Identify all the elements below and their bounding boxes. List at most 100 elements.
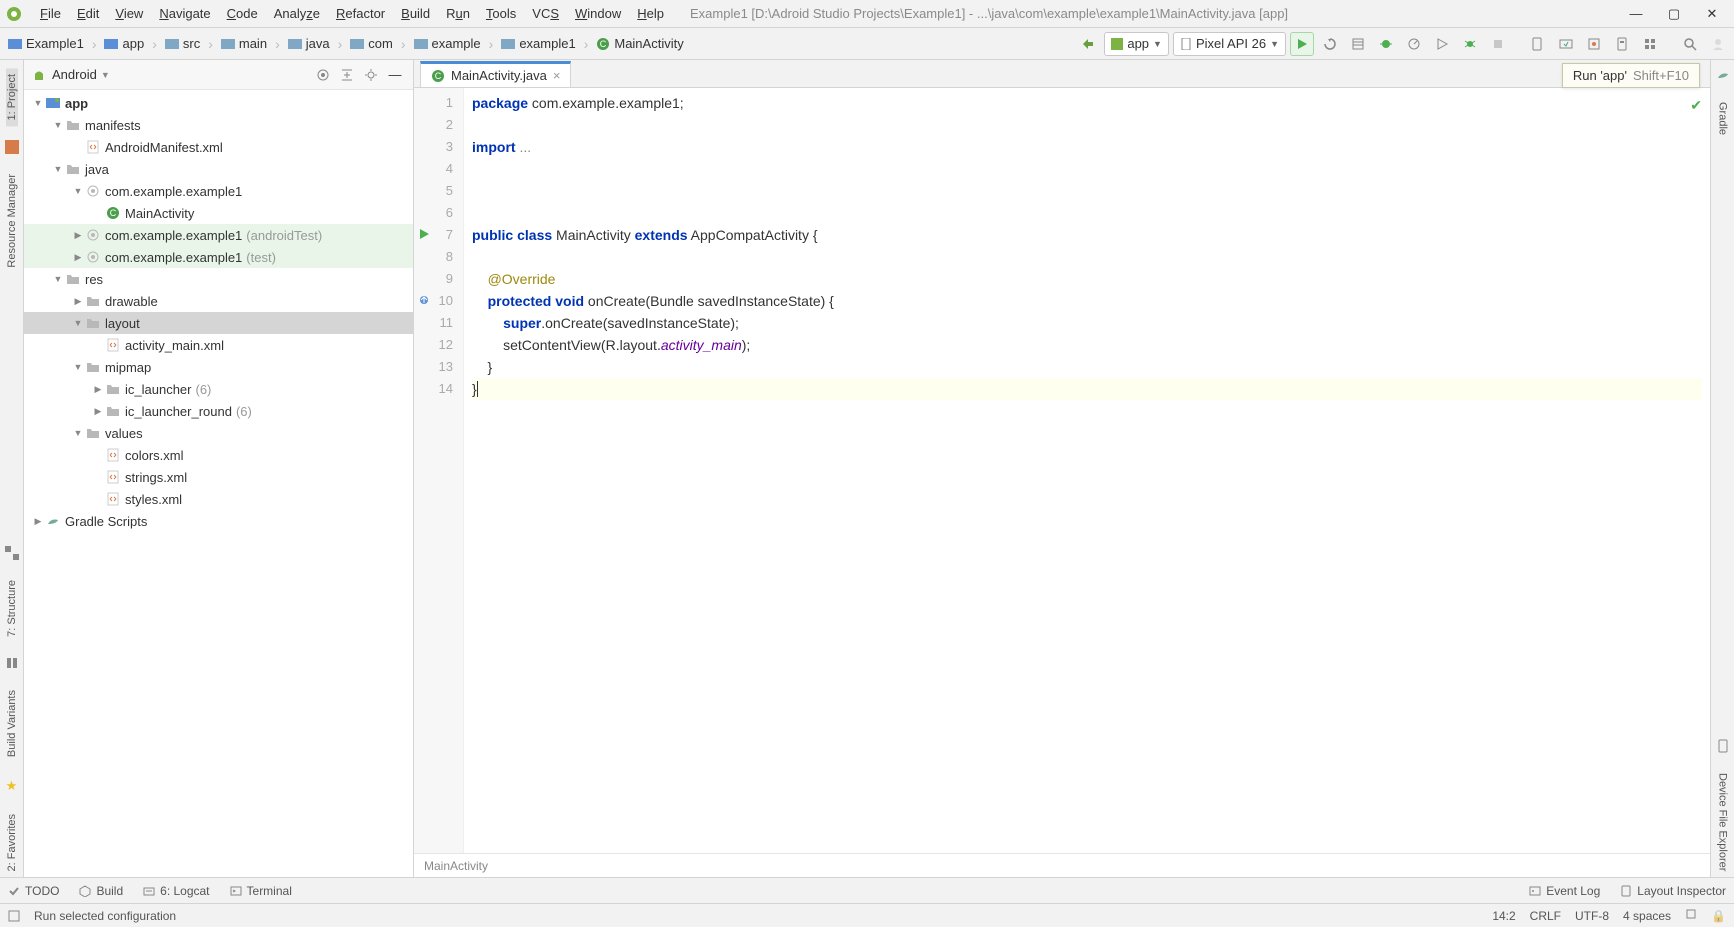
expand-toggle-icon[interactable]: ▼	[52, 164, 64, 174]
line-number[interactable]: 5	[414, 180, 463, 202]
sync-project-button[interactable]	[1076, 32, 1100, 56]
breadcrumb-example1[interactable]: example1	[497, 36, 579, 51]
line-number[interactable]: 3	[414, 136, 463, 158]
menu-build[interactable]: Build	[393, 6, 438, 21]
menu-help[interactable]: Help	[629, 6, 672, 21]
expand-toggle-icon[interactable]: ▶	[32, 516, 44, 527]
line-number[interactable]: 12	[414, 334, 463, 356]
user-icon[interactable]	[1706, 32, 1730, 56]
tree-node-layout[interactable]: ▼layout	[24, 312, 413, 334]
menu-analyze[interactable]: Analyze	[266, 6, 328, 21]
line-number[interactable]: 7	[414, 224, 463, 246]
tool-window-structure[interactable]: 7: Structure	[6, 574, 18, 643]
breadcrumb-com[interactable]: com	[346, 36, 397, 51]
tool-window-todo[interactable]: TODO	[8, 884, 59, 898]
override-gutter-icon[interactable]	[418, 294, 430, 306]
lock-icon[interactable]: 🔒	[1711, 909, 1726, 923]
run-gutter-icon[interactable]	[418, 228, 430, 240]
menu-tools[interactable]: Tools	[478, 6, 524, 21]
expand-toggle-icon[interactable]: ▼	[72, 318, 84, 328]
tool-window-build[interactable]: Build	[79, 884, 123, 898]
tool-window-gradle[interactable]: Gradle	[1717, 96, 1729, 141]
run-button[interactable]	[1290, 32, 1314, 56]
tree-node-res[interactable]: ▼res	[24, 268, 413, 290]
caret-position[interactable]: 14:2	[1492, 909, 1515, 923]
line-separator[interactable]: CRLF	[1530, 909, 1561, 923]
tree-node-gradle-scripts[interactable]: ▶Gradle Scripts	[24, 510, 413, 532]
expand-toggle-icon[interactable]: ▶	[92, 406, 104, 417]
attach-debugger-button[interactable]	[1458, 32, 1482, 56]
line-number[interactable]: 2	[414, 114, 463, 136]
indent-settings[interactable]: 4 spaces	[1623, 909, 1671, 923]
run-config-selector[interactable]: app▼	[1104, 32, 1169, 56]
breadcrumb-class[interactable]: CMainActivity	[592, 36, 687, 51]
breadcrumb-java[interactable]: java	[284, 36, 334, 51]
expand-toggle-icon[interactable]: ▼	[32, 98, 44, 108]
hide-panel-button[interactable]: —	[385, 65, 405, 85]
tool-window-favorites[interactable]: 2: Favorites	[6, 808, 18, 877]
tree-node-ic-launcher[interactable]: ▶ic_launcher(6)	[24, 378, 413, 400]
tree-node-mipmap[interactable]: ▼mipmap	[24, 356, 413, 378]
avd-manager-button[interactable]	[1526, 32, 1550, 56]
tool-window-project[interactable]: 1: Project	[6, 68, 18, 126]
sdk-manager-button[interactable]	[1554, 32, 1578, 56]
panel-settings-button[interactable]	[361, 65, 381, 85]
tree-node-app[interactable]: ▼app	[24, 92, 413, 114]
menu-file[interactable]: File	[32, 6, 69, 21]
expand-toggle-icon[interactable]: ▼	[52, 274, 64, 284]
coverage-button[interactable]	[1430, 32, 1454, 56]
editor-gutter[interactable]: 1234567891011121314	[414, 88, 464, 853]
breadcrumb-src[interactable]: src	[161, 36, 204, 51]
expand-toggle-icon[interactable]: ▼	[72, 362, 84, 372]
tree-node-styles-xml[interactable]: styles.xml	[24, 488, 413, 510]
menu-view[interactable]: View	[107, 6, 151, 21]
window-minimize-button[interactable]: —	[1626, 6, 1646, 22]
code-editor[interactable]: ✔ package com.example.example1; import .…	[464, 88, 1710, 853]
tree-node-com-example-example1[interactable]: ▶com.example.example1(test)	[24, 246, 413, 268]
project-tree[interactable]: ▼app▼manifestsAndroidManifest.xml▼java▼c…	[24, 90, 413, 877]
tree-node-mainactivity[interactable]: CMainActivity	[24, 202, 413, 224]
select-opened-file-button[interactable]	[313, 65, 333, 85]
app-quality-button[interactable]	[1638, 32, 1662, 56]
menu-navigate[interactable]: Navigate	[151, 6, 218, 21]
layout-inspector-button[interactable]	[1610, 32, 1634, 56]
profile-button[interactable]	[1402, 32, 1426, 56]
expand-toggle-icon[interactable]: ▼	[72, 428, 84, 438]
apply-code-changes-button[interactable]	[1346, 32, 1370, 56]
tool-window-layout-inspector[interactable]: Layout Inspector	[1620, 884, 1726, 898]
tool-window-device-file-explorer[interactable]: Device File Explorer	[1717, 767, 1729, 877]
tree-node-strings-xml[interactable]: strings.xml	[24, 466, 413, 488]
tree-node-androidmanifest-xml[interactable]: AndroidManifest.xml	[24, 136, 413, 158]
tree-node-drawable[interactable]: ▶drawable	[24, 290, 413, 312]
expand-toggle-icon[interactable]: ▼	[72, 186, 84, 196]
window-maximize-button[interactable]: ▢	[1664, 6, 1684, 22]
line-number[interactable]: 4	[414, 158, 463, 180]
line-number[interactable]: 14	[414, 378, 463, 400]
apply-changes-button[interactable]	[1318, 32, 1342, 56]
line-number[interactable]: 11	[414, 312, 463, 334]
tool-window-logcat[interactable]: 6: Logcat	[143, 884, 209, 898]
line-number[interactable]: 13	[414, 356, 463, 378]
stop-button[interactable]	[1486, 32, 1510, 56]
resource-manager-button[interactable]	[1582, 32, 1606, 56]
expand-toggle-icon[interactable]: ▶	[72, 230, 84, 241]
expand-toggle-icon[interactable]: ▼	[52, 120, 64, 130]
editor-tab-mainactivity[interactable]: C MainActivity.java ×	[420, 61, 571, 87]
expand-toggle-icon[interactable]: ▶	[72, 252, 84, 263]
tool-window-build-variants[interactable]: Build Variants	[6, 684, 18, 763]
tool-window-event-log[interactable]: Event Log	[1529, 884, 1600, 898]
tree-node-manifests[interactable]: ▼manifests	[24, 114, 413, 136]
menu-window[interactable]: Window	[567, 6, 629, 21]
line-number[interactable]: 6	[414, 202, 463, 224]
tree-node-values[interactable]: ▼values	[24, 422, 413, 444]
line-number[interactable]: 8	[414, 246, 463, 268]
tree-node-ic-launcher-round[interactable]: ▶ic_launcher_round(6)	[24, 400, 413, 422]
tree-node-com-example-example1[interactable]: ▶com.example.example1(androidTest)	[24, 224, 413, 246]
project-view-selector[interactable]: Android	[52, 67, 97, 82]
device-selector[interactable]: Pixel API 26▼	[1173, 32, 1286, 56]
tree-node-colors-xml[interactable]: colors.xml	[24, 444, 413, 466]
menu-run[interactable]: Run	[438, 6, 478, 21]
line-number[interactable]: 1	[414, 92, 463, 114]
tree-node-com-example-example1[interactable]: ▼com.example.example1	[24, 180, 413, 202]
search-everywhere-button[interactable]	[1678, 32, 1702, 56]
